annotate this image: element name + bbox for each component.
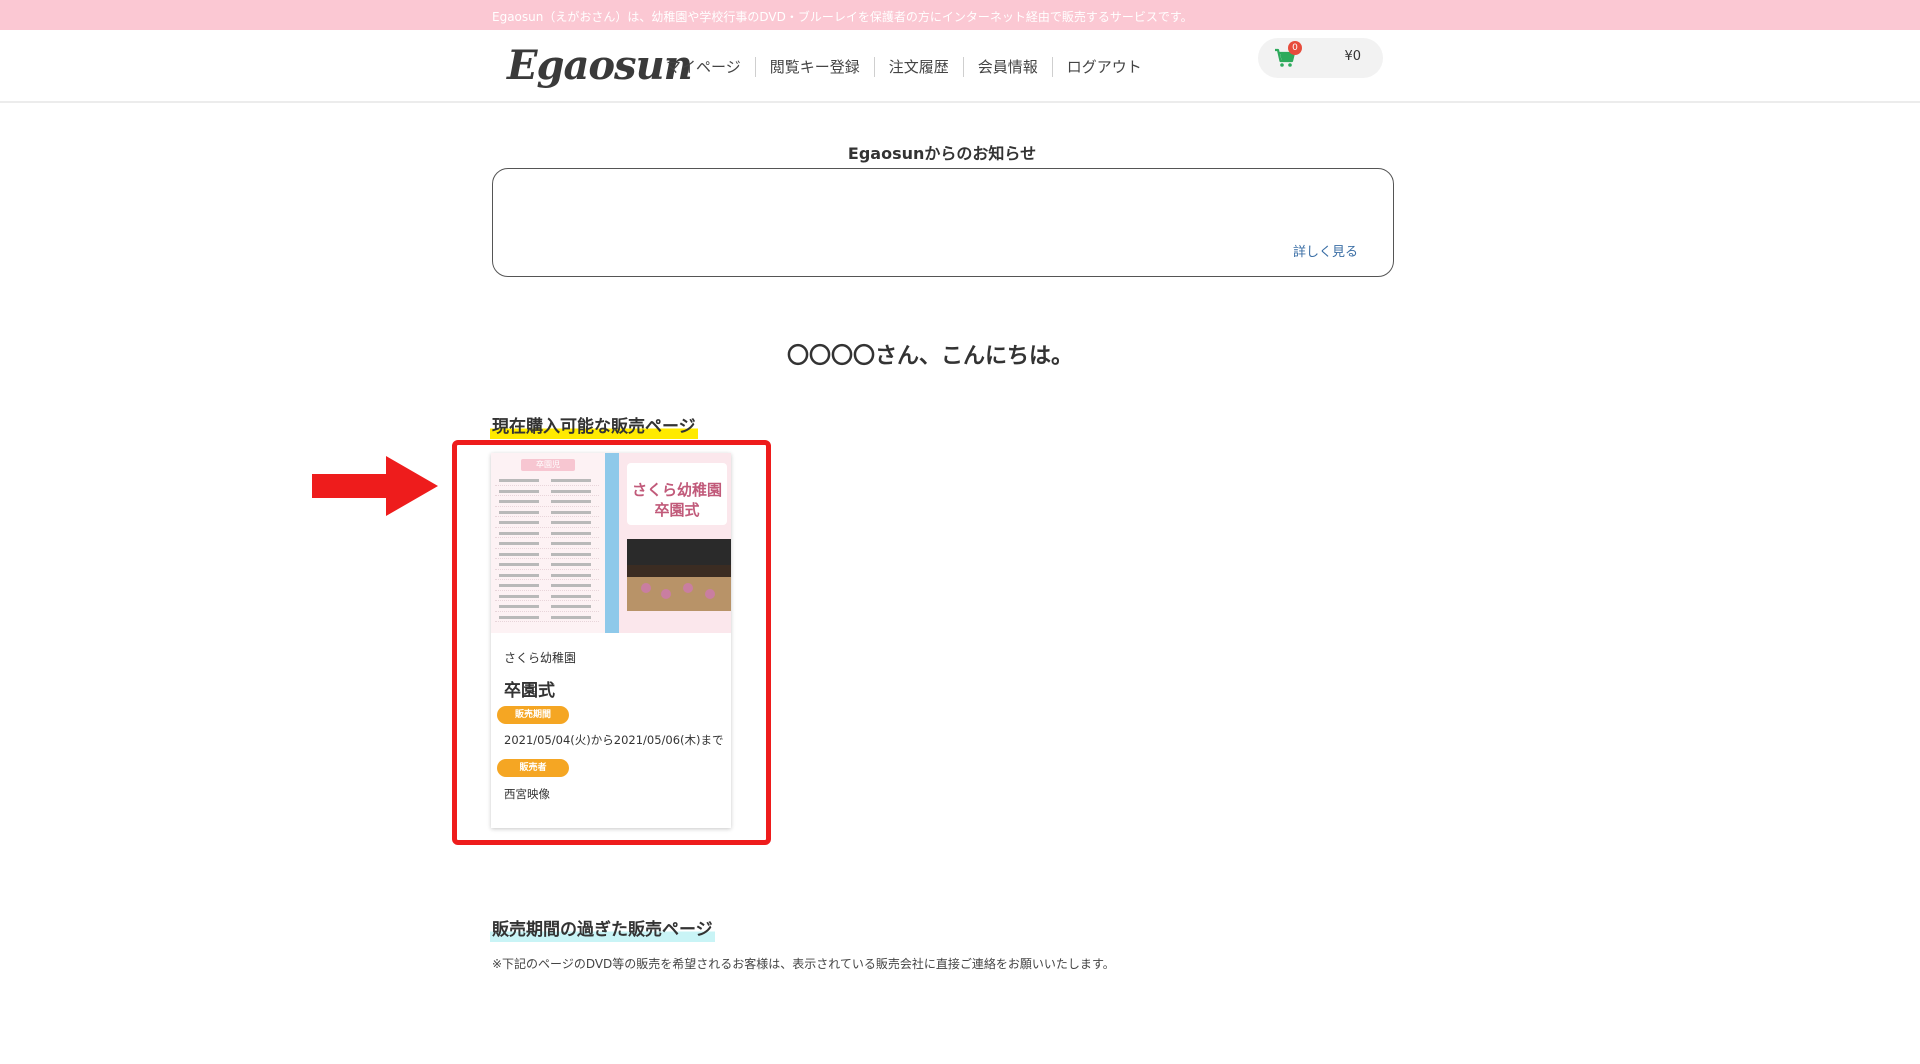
card-thumbnail: 卒園児 さくら幼稚園 卒園式 [491,453,731,633]
notice-more-link[interactable]: 詳しく見る [1293,241,1358,260]
nav-logout[interactable]: ログアウト [1053,57,1156,77]
nav-register-key[interactable]: 閲覧キー登録 [756,57,875,77]
thumb-name-list [495,475,599,622]
thumb-title-area: さくら幼稚園 卒園式 [627,463,727,525]
announcement-text: Egaosun（えがおさん）は、幼稚園や学校行事のDVD・ブルーレイを保護者の方… [492,10,1193,24]
cart-total: ¥0 [1344,49,1361,64]
arrow-annotation-icon [312,456,438,516]
site-header: Egaosun マイページ 閲覧キー登録 注文履歴 会員情報 ログアウト 0 ¥… [0,30,1920,103]
card-title: 卒園式 [504,681,555,701]
thumb-stage-photo [627,539,731,611]
notice-box: 詳しく見る [492,168,1394,277]
sales-page-card[interactable]: 卒園児 さくら幼稚園 卒園式 さくら幼稚園 卒園式 販売期間 2021/05/0… [491,453,731,828]
main-nav: マイページ 閲覧キー登録 注文履歴 会員情報 ログアウト [652,57,1156,77]
thumb-tag: 卒園児 [521,459,575,471]
cart-count-badge: 0 [1288,41,1302,55]
thumb-tag-label: 卒園児 [536,460,560,469]
thumb-kindergarten-name: さくら幼稚園 [631,481,722,499]
sales-period-badge: 販売期間 [497,706,569,724]
thumb-ceremony-name: 卒園式 [654,501,700,519]
nav-order-history[interactable]: 注文履歴 [875,57,964,77]
past-sales-heading: 販売期間の過ぎた販売ページ [490,915,715,942]
greeting: 〇〇〇〇さん、こんにちは。 [786,344,1073,369]
notice-title: Egaosunからのお知らせ [847,144,1037,163]
announcement-bar: Egaosun（えがおさん）は、幼稚園や学校行事のDVD・ブルーレイを保護者の方… [0,0,1920,30]
seller-badge: 販売者 [497,759,569,777]
thumb-spine [605,453,619,633]
nav-mypage[interactable]: マイページ [652,57,756,77]
thumb-back-cover: 卒園児 [491,453,605,633]
current-sales-heading: 現在購入可能な販売ページ [490,412,698,439]
card-organization: さくら幼稚園 [504,651,577,665]
thumb-front-cover: さくら幼稚園 卒園式 [619,453,731,633]
sales-period-dates: 2021/05/04(火)から2021/05/06(木)まで [504,733,724,747]
nav-member-info[interactable]: 会員情報 [964,57,1053,77]
seller-name: 西宮映像 [504,787,550,801]
cart-button[interactable]: 0 ¥0 [1258,38,1383,78]
past-sales-note: ※下記のページのDVD等の販売を希望されるお客様は、表示されている販売会社に直接… [492,957,1115,971]
